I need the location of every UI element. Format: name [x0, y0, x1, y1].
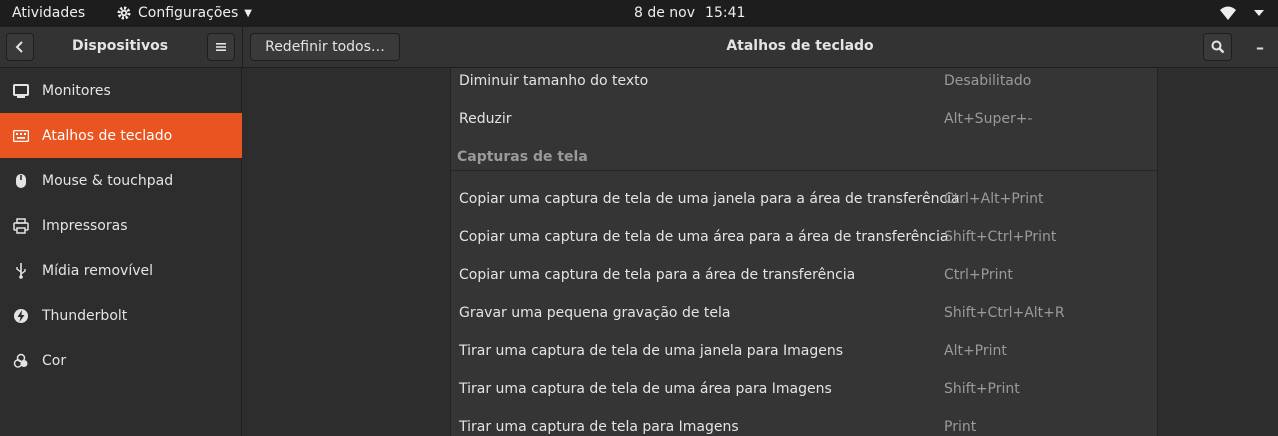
- thunderbolt-icon: [0, 308, 42, 324]
- shortcut-description: Diminuir tamanho do texto: [459, 73, 649, 89]
- section-divider: [451, 170, 1157, 171]
- sidebar-item-label: Cor: [42, 352, 67, 369]
- system-tray[interactable]: [1220, 6, 1264, 20]
- shortcut-row[interactable]: Diminuir tamanho do texto Desabilitado: [451, 63, 1157, 101]
- shortcut-row[interactable]: Tirar uma captura de tela de uma área pa…: [451, 371, 1157, 409]
- sidebar-item-label: Atalhos de teclado: [42, 127, 173, 144]
- shortcut-accelerator: Desabilitado: [944, 73, 1032, 89]
- shortcut-accelerator: Alt+Super+-: [944, 111, 1033, 127]
- reset-all-button[interactable]: Redefinir todos…: [250, 33, 400, 61]
- shortcut-accelerator: Alt+Print: [944, 343, 1007, 359]
- shortcuts-list: Diminuir tamanho do texto Desabilitado R…: [450, 68, 1158, 436]
- shortcut-description: Reduzir: [459, 111, 512, 127]
- shortcut-accelerator: Shift+Print: [944, 381, 1020, 397]
- sidebar-item-cor[interactable]: Cor: [0, 338, 242, 383]
- chevron-down-icon: [1254, 10, 1264, 16]
- mouse-icon: [0, 173, 42, 189]
- shortcut-row[interactable]: Tirar uma captura de tela de uma janela …: [451, 333, 1157, 371]
- keyboard-icon: [0, 129, 42, 142]
- shortcut-row[interactable]: Copiar uma captura de tela de uma janela…: [451, 181, 1157, 219]
- activities-button[interactable]: Atividades: [12, 5, 85, 21]
- header-divider: [242, 27, 243, 68]
- sidebar-item-thunderbolt[interactable]: Thunderbolt: [0, 293, 242, 338]
- shortcut-accelerator: Print: [944, 419, 977, 435]
- page-title: Atalhos de teclado: [726, 38, 874, 54]
- top-bar: Atividades Configurações ▼ 8 de nov 15:4…: [0, 0, 1278, 27]
- shortcut-row[interactable]: Copiar uma captura de tela para a área d…: [451, 257, 1157, 295]
- menu-button[interactable]: [207, 33, 235, 61]
- sidebar-item-mouse-touchpad[interactable]: Mouse & touchpad: [0, 158, 242, 203]
- app-menu[interactable]: Configurações ▼: [116, 5, 252, 21]
- sidebar-item-monitores[interactable]: Monitores: [0, 68, 242, 113]
- shortcut-accelerator: Ctrl+Alt+Print: [944, 191, 1044, 207]
- chevron-left-icon: [15, 41, 23, 53]
- wifi-icon: [1220, 6, 1236, 20]
- clock-time: 15:41: [705, 5, 746, 21]
- section-title: Capturas de tela: [457, 149, 588, 165]
- sidebar-item-impressoras[interactable]: Impressoras: [0, 203, 242, 248]
- hamburger-icon: [216, 43, 226, 51]
- sidebar-item-label: Mouse & touchpad: [42, 172, 174, 189]
- back-button[interactable]: [6, 33, 34, 61]
- shortcut-description: Tirar uma captura de tela de uma área pa…: [459, 381, 832, 397]
- shortcut-description: Copiar uma captura de tela para a área d…: [459, 267, 856, 283]
- shortcut-row[interactable]: Gravar uma pequena gravação de tela Shif…: [451, 295, 1157, 333]
- shortcut-accelerator: Shift+Ctrl+Print: [944, 229, 1057, 245]
- gear-icon: [117, 6, 131, 20]
- sidebar-item-label: Mídia removível: [42, 262, 154, 279]
- clock-date: 8 de nov: [634, 5, 696, 21]
- search-button[interactable]: [1203, 33, 1232, 61]
- sidebar-item-label: Impressoras: [42, 217, 128, 234]
- clock[interactable]: 8 de nov 15:41: [634, 5, 745, 21]
- shortcut-accelerator: Shift+Ctrl+Alt+R: [944, 305, 1065, 321]
- printer-icon: [0, 217, 42, 234]
- sidebar-item-label: Monitores: [42, 82, 111, 99]
- minimize-button[interactable]: –: [1256, 38, 1264, 57]
- shortcut-description: Tirar uma captura de tela de uma janela …: [459, 343, 844, 359]
- usb-icon: [0, 262, 42, 279]
- chevron-down-icon: ▼: [244, 7, 252, 19]
- shortcut-description: Copiar uma captura de tela de uma janela…: [459, 191, 960, 207]
- shortcut-row[interactable]: Reduzir Alt+Super+-: [451, 101, 1157, 139]
- shortcut-description: Copiar uma captura de tela de uma área p…: [459, 229, 949, 245]
- shortcut-description: Tirar uma captura de tela para Imagens: [459, 419, 739, 435]
- sidebar: Monitores Atalhos de teclado Mouse & tou…: [0, 68, 242, 436]
- shortcut-accelerator: Ctrl+Print: [944, 267, 1013, 283]
- search-icon: [1211, 40, 1224, 54]
- header-bar: Dispositivos Redefinir todos… Atalhos de…: [0, 27, 1278, 68]
- shortcut-row[interactable]: Copiar uma captura de tela de uma área p…: [451, 219, 1157, 257]
- monitor-icon: [0, 83, 42, 99]
- sidebar-item-label: Thunderbolt: [42, 307, 128, 324]
- shortcut-description: Gravar uma pequena gravação de tela: [459, 305, 731, 321]
- sidebar-item-midia-removivel[interactable]: Mídia removível: [0, 248, 242, 293]
- app-menu-label: Configurações: [138, 5, 239, 21]
- main-content: Diminuir tamanho do texto Desabilitado R…: [243, 68, 1278, 436]
- shortcut-row[interactable]: Tirar uma captura de tela para Imagens P…: [451, 409, 1157, 436]
- color-icon: [0, 353, 42, 369]
- sidebar-item-atalhos-de-teclado[interactable]: Atalhos de teclado: [0, 113, 242, 158]
- sidebar-title: Dispositivos: [71, 38, 169, 54]
